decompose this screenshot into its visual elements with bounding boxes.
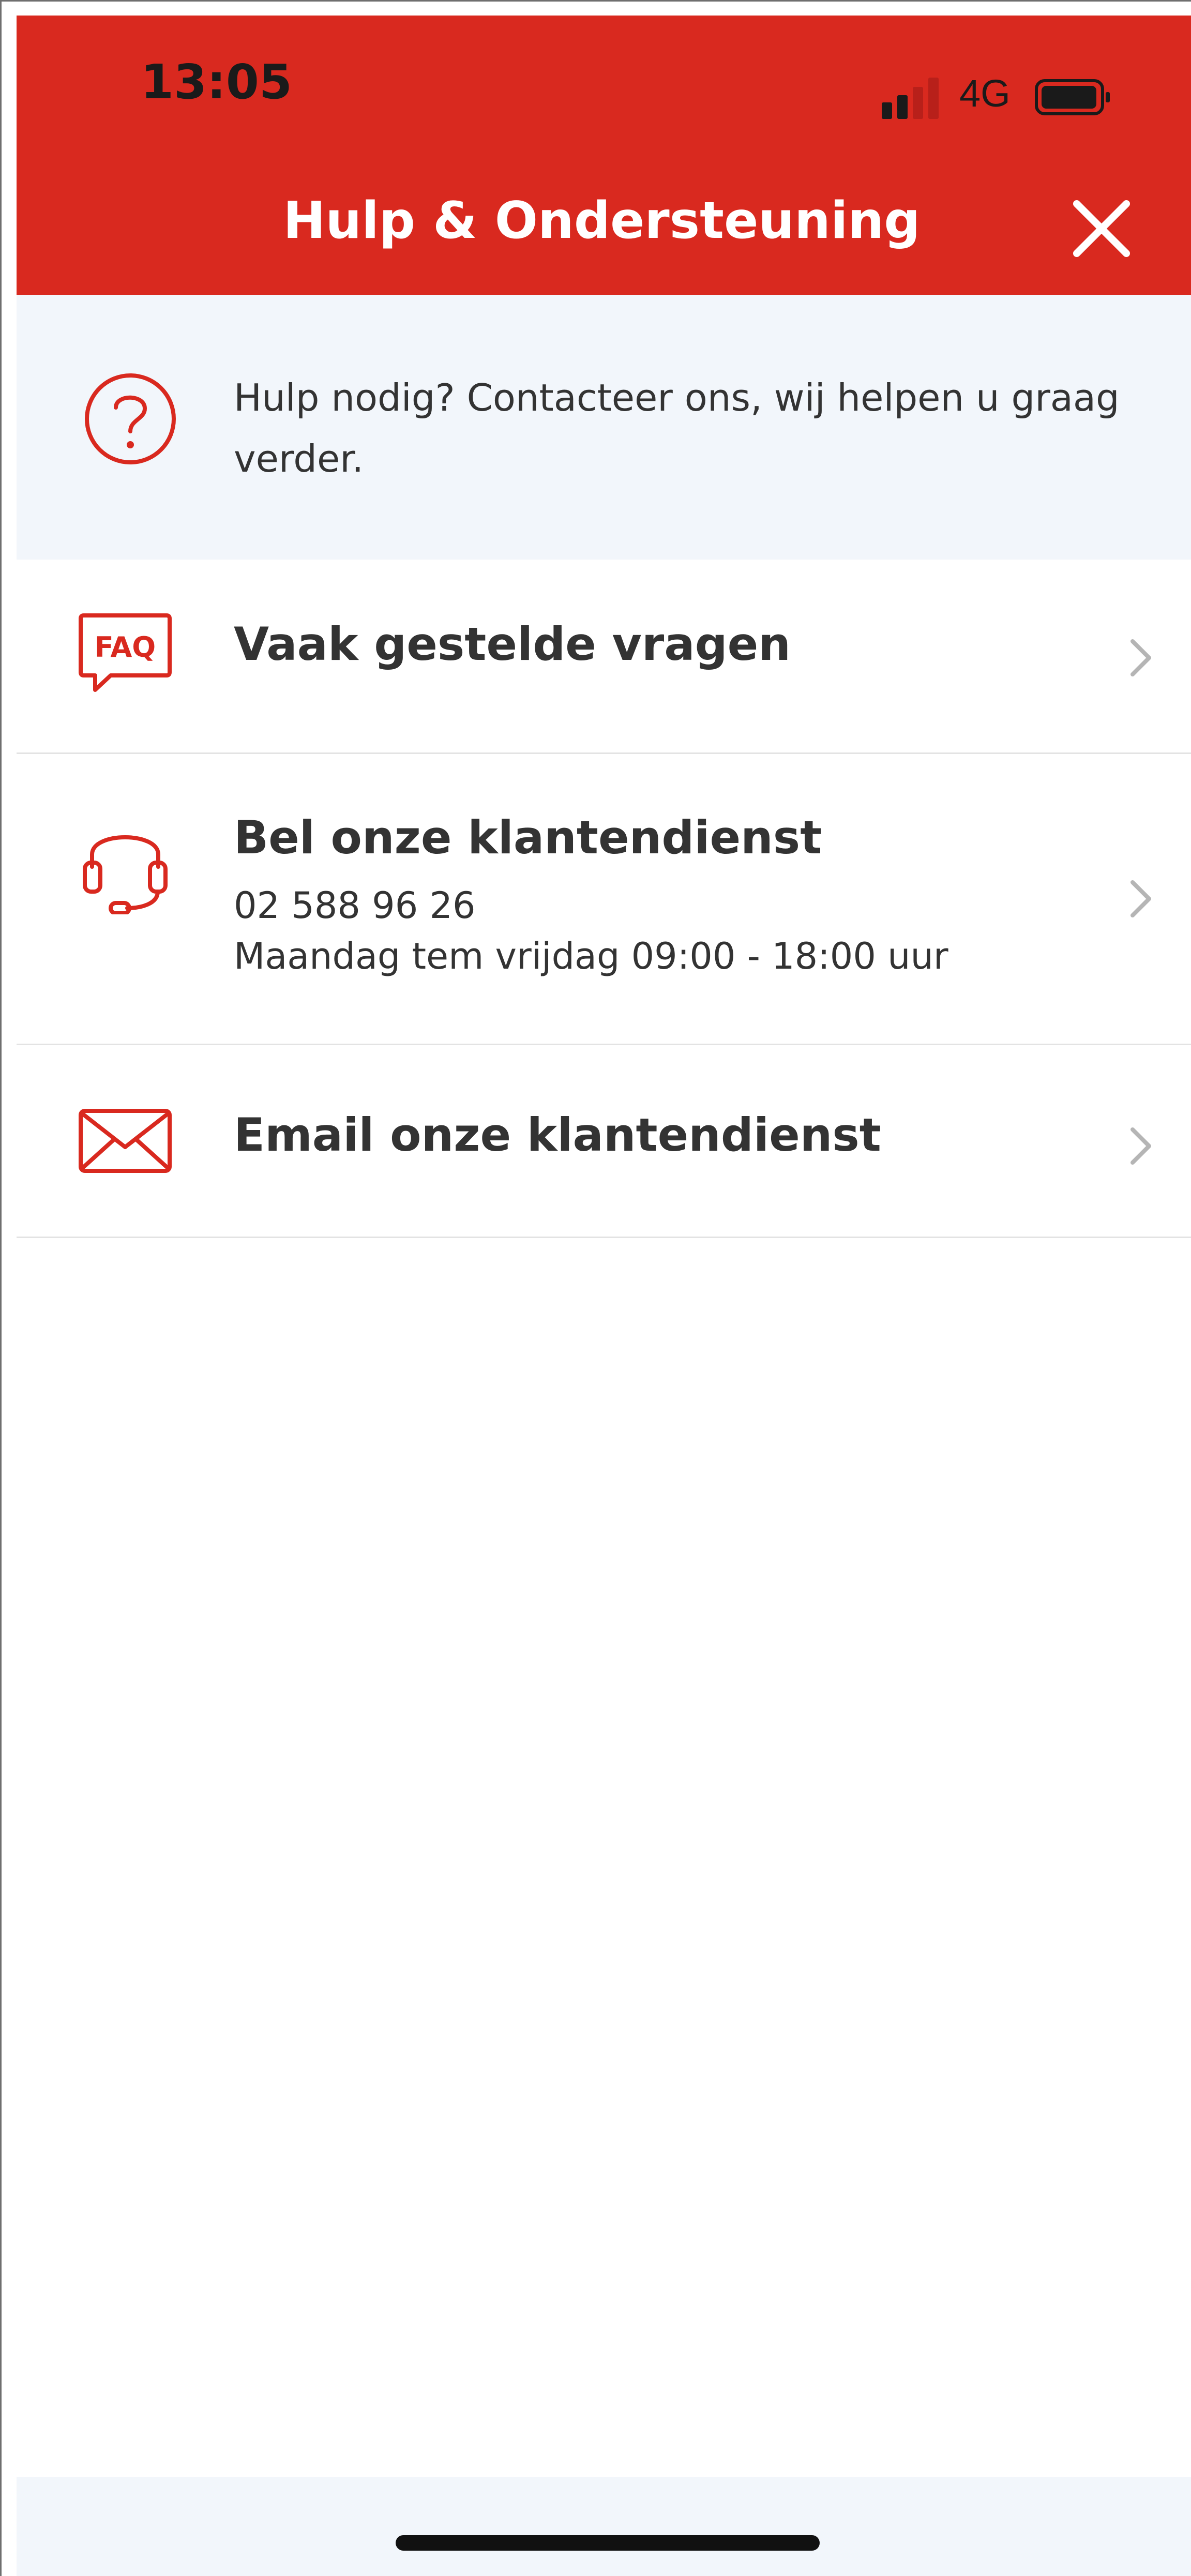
question-circle-icon [85, 373, 176, 464]
home-indicator[interactable] [396, 2535, 820, 2551]
faq-title: Vaak gestelde vragen [234, 617, 791, 671]
headset-icon [83, 835, 168, 914]
envelope-icon [79, 1109, 172, 1173]
close-button[interactable] [1065, 192, 1138, 265]
chevron-right-icon [1130, 639, 1151, 676]
network-type: 4G [959, 72, 1011, 115]
opening-hours: Maandag tem vrijdag 09:00 - 18:00 uur [234, 935, 948, 977]
faq-icon: FAQ [79, 613, 172, 692]
battery-icon [1035, 79, 1110, 115]
signal-strength-icon [882, 78, 939, 119]
chevron-right-icon [1130, 880, 1151, 917]
email-support-row[interactable]: Email onze klantendienst [17, 1045, 1191, 1238]
chevron-right-icon [1130, 1127, 1151, 1165]
status-time: 13:05 [141, 54, 292, 110]
page-title: Hulp & Ondersteuning [283, 191, 921, 250]
phone-number: 02 588 96 26 [234, 884, 476, 927]
call-support-row[interactable]: Bel onze klantendienst 02 588 96 26 Maan… [17, 754, 1191, 1045]
call-support-title: Bel onze klantendienst [234, 811, 822, 864]
svg-text:FAQ: FAQ [95, 631, 156, 664]
header: 13:05 4G Hulp & Ondersteuning [17, 16, 1191, 295]
faq-row[interactable]: FAQ Vaak gestelde vragen [17, 560, 1191, 754]
bottom-safe-area [17, 2477, 1191, 2576]
email-support-title: Email onze klantendienst [234, 1108, 881, 1162]
help-text: Hulp nodig? Contacteer ons, wij helpen u… [234, 376, 1120, 480]
close-icon [1073, 200, 1130, 257]
help-banner: Hulp nodig? Contacteer ons, wij helpen u… [17, 295, 1191, 560]
